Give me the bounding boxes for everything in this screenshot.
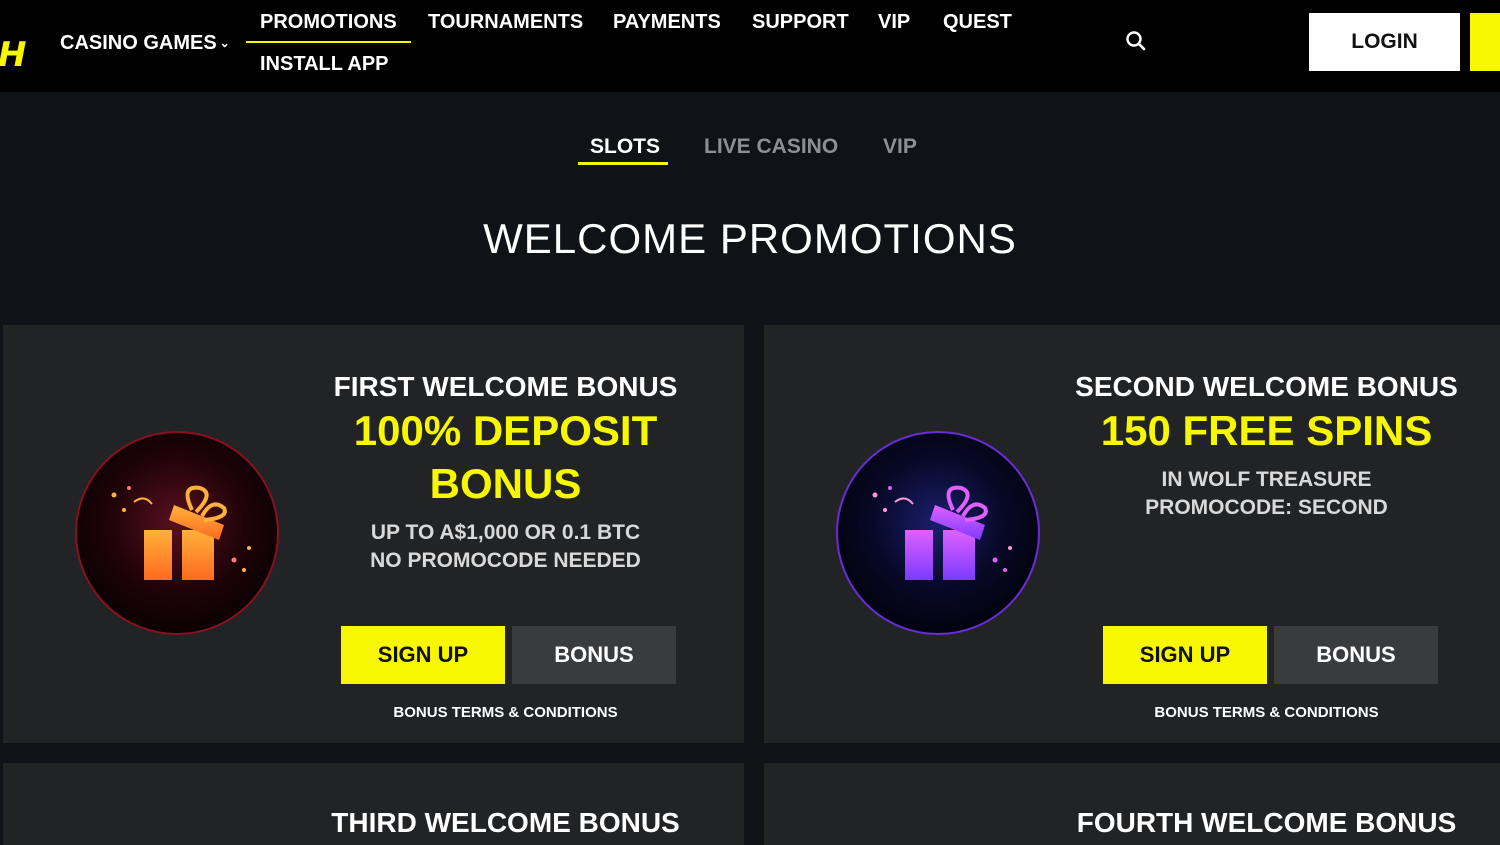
bonus-button[interactable]: BONUS <box>512 626 676 684</box>
card-subtext-line2: PROMOCODE: SECOND <box>1145 496 1388 519</box>
sign-up-button[interactable]: SIGN UP <box>341 626 505 684</box>
nav-casino-games-label: CASINO GAMES <box>60 32 217 54</box>
card-highlight: 100% DEPOSIT BONUS <box>353 407 658 507</box>
bonus-button[interactable]: BONUS <box>1274 626 1438 684</box>
page-title: WELCOME PROMOTIONS <box>483 215 1017 262</box>
tab-vip[interactable]: VIP <box>883 135 917 159</box>
promo-card-second: SECOND WELCOME BONUS 150 FREE SPINS IN W… <box>764 325 1500 743</box>
card-title: FOURTH WELCOME BONUS <box>1076 807 1457 838</box>
card-subtext-line1: UP TO A$1,000 OR 0.1 BTC <box>370 521 641 544</box>
card-title: THIRD WELCOME BONUS <box>331 807 680 838</box>
nav-active-underline <box>246 41 411 43</box>
gift-icon <box>835 430 1041 636</box>
promo-card-fourth: FOURTH WELCOME BONUS <box>764 763 1500 845</box>
nav-casino-games[interactable]: CASINO GAMES ⌄ <box>60 31 230 57</box>
brand-logo[interactable]: H <box>0 38 26 72</box>
nav-promotions[interactable]: PROMOTIONS <box>260 10 397 34</box>
tab-slots[interactable]: SLOTS <box>590 135 660 159</box>
bonus-terms-link[interactable]: BONUS TERMS & CONDITIONS <box>1064 704 1469 722</box>
login-button[interactable]: LOGIN <box>1309 13 1460 71</box>
nav-support[interactable]: SUPPORT <box>752 10 849 34</box>
card-title: SECOND WELCOME BONUS <box>1075 371 1458 402</box>
nav-payments[interactable]: PAYMENTS <box>613 10 721 34</box>
signup-button-edge[interactable] <box>1470 13 1500 71</box>
gift-icon <box>74 430 280 636</box>
search-icon[interactable] <box>1124 29 1148 53</box>
card-subtext-line1: IN WOLF TREASURE <box>1161 468 1372 491</box>
card-subtext-line2: NO PROMOCODE NEEDED <box>370 549 641 572</box>
top-header: H CASINO GAMES ⌄ PROMOTIONS TOURNAMENTS P… <box>0 0 1500 92</box>
tab-live-casino[interactable]: LIVE CASINO <box>704 135 838 159</box>
bonus-terms-link[interactable]: BONUS TERMS & CONDITIONS <box>303 704 708 722</box>
card-highlight: 150 FREE SPINS <box>1100 407 1433 454</box>
nav-install-app[interactable]: INSTALL APP <box>260 52 389 76</box>
nav-quest[interactable]: QUEST <box>943 10 1012 34</box>
card-title: FIRST WELCOME BONUS <box>333 371 678 402</box>
nav-tournaments[interactable]: TOURNAMENTS <box>428 10 583 34</box>
promo-card-third: THIRD WELCOME BONUS <box>3 763 744 845</box>
tab-active-underline <box>578 162 668 165</box>
chevron-down-icon: ⌄ <box>219 36 230 50</box>
promo-card-first: FIRST WELCOME BONUS 100% DEPOSIT BONUS U… <box>3 325 744 743</box>
sign-up-button[interactable]: SIGN UP <box>1103 626 1267 684</box>
nav-vip[interactable]: VIP <box>878 10 910 34</box>
